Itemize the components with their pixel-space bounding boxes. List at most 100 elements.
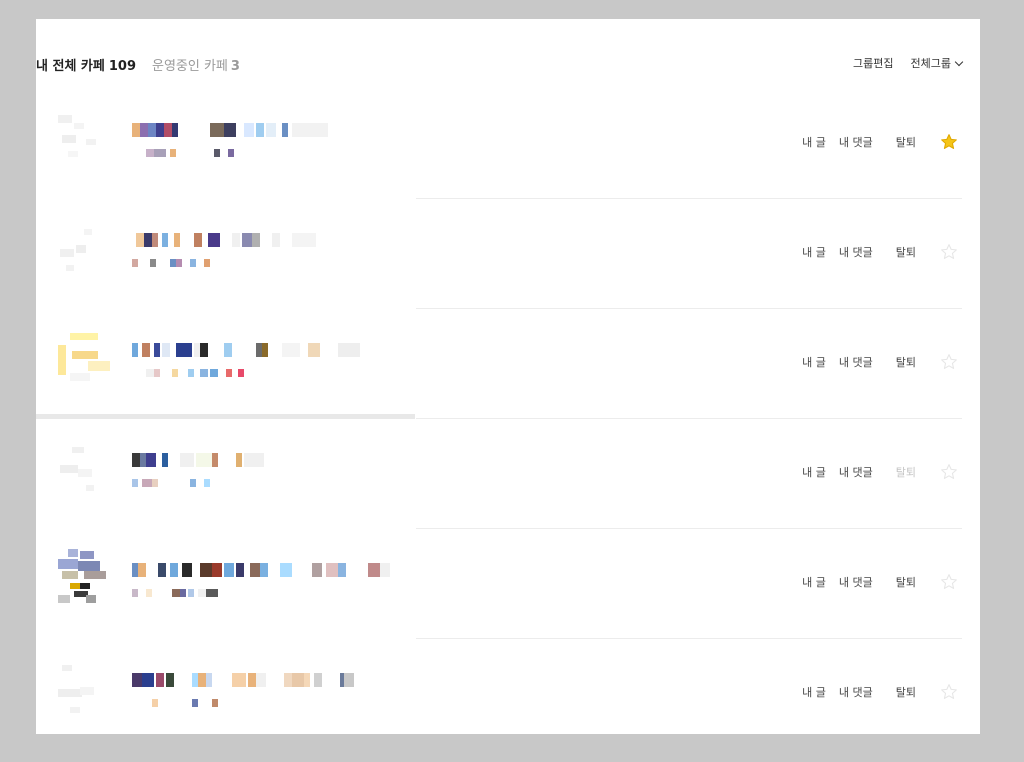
cafe-row-actions: 내 글 내 댓글 탈퇴 [802,353,958,371]
managed-cafes-count[interactable]: 3 [231,59,240,74]
blurred-pixel [232,673,246,687]
my-comments-link[interactable]: 내 댓글 [839,134,873,150]
blurred-pixel [214,149,220,157]
cafe-thumbnail[interactable] [58,109,122,173]
blurred-pixel [86,595,96,603]
blurred-pixel [204,259,210,267]
blurred-pixel [262,343,268,357]
blurred-pixel [256,673,266,687]
blurred-pixel [76,245,86,253]
blurred-pixel [326,563,338,577]
blurred-pixel [338,563,346,577]
cafe-count-summary: 내 전체 카페 109 운영중인 카페 3 [36,55,240,74]
blurred-pixel [232,233,240,247]
star-outline-icon[interactable] [940,573,958,591]
cafe-thumbnail[interactable] [58,219,122,283]
blurred-pixel [282,343,300,357]
star-outline-icon[interactable] [940,353,958,371]
blurred-pixel [68,549,78,557]
blurred-pixel [142,343,150,357]
blurred-pixel [136,233,144,247]
leave-cafe-link[interactable]: 탈퇴 [896,354,916,370]
blurred-pixel [226,369,232,377]
star-filled-icon[interactable] [940,133,958,151]
cafe-thumbnail[interactable] [58,439,122,503]
star-outline-icon[interactable] [940,463,958,481]
leave-cafe-link[interactable]: 탈퇴 [896,574,916,590]
group-filter-label: 전체그룹 [910,57,951,70]
star-outline-icon[interactable] [940,683,958,701]
chevron-down-icon [954,57,964,67]
blurred-pixel [244,123,254,137]
blurred-pixel [132,123,140,137]
blurred-pixel [58,345,66,375]
blurred-pixel [170,563,178,577]
blurred-pixel [146,453,156,467]
my-comments-link[interactable]: 내 댓글 [839,354,873,370]
star-outline-icon[interactable] [940,243,958,261]
cafe-row: 내 글 내 댓글 탈퇴 [36,89,980,199]
cafe-thumbnail[interactable] [58,549,122,613]
leave-cafe-link[interactable]: 탈퇴 [896,134,916,150]
blurred-pixel [138,563,146,577]
my-posts-link[interactable]: 내 글 [802,574,826,590]
blurred-pixel [282,123,288,137]
cafe-thumbnail[interactable] [58,329,122,393]
blurred-pixel [224,123,236,137]
managed-cafes-label[interactable]: 운영중인 카페 [152,55,228,74]
cafe-row-actions: 내 글 내 댓글 탈퇴 [802,683,958,701]
blurred-pixel [170,149,176,157]
blurred-pixel [86,139,96,145]
cafe-list-panel: 내 전체 카페 109 운영중인 카페 3 그룹편집 전체그룹 내 글내 댓글 탈… [36,19,980,734]
blurred-pixel [154,149,166,157]
my-posts-link[interactable]: 내 글 [802,464,826,480]
leave-cafe-link[interactable]: 탈퇴 [896,464,916,480]
blurred-pixel [198,673,206,687]
my-posts-link[interactable]: 내 글 [802,134,826,150]
blurred-pixel [62,665,72,671]
group-filter-dropdown[interactable]: 전체그룹 [910,55,964,71]
blurred-pixel [150,259,156,267]
blurred-pixel [314,673,322,687]
cafe-thumbnail[interactable] [58,659,122,723]
blurred-pixel [78,561,100,571]
blurred-pixel [62,571,78,579]
blurred-pixel [74,123,84,129]
my-posts-link[interactable]: 내 글 [802,354,826,370]
blurred-pixel [58,595,70,603]
blurred-pixel [132,259,138,267]
blurred-pixel [70,333,98,340]
blurred-pixel [182,563,192,577]
blurred-pixel [188,589,194,597]
blurred-pixel [292,123,328,137]
blurred-pixel [180,453,194,467]
blurred-pixel [172,369,178,377]
blurred-pixel [172,123,178,137]
blurred-pixel [70,707,80,713]
blurred-pixel [204,479,210,487]
group-edit-button[interactable]: 그룹편집 [853,55,893,71]
my-posts-link[interactable]: 내 글 [802,244,826,260]
all-cafes-count: 109 [108,59,136,74]
my-comments-link[interactable]: 내 댓글 [839,244,873,260]
leave-cafe-link[interactable]: 탈퇴 [896,684,916,700]
my-comments-link[interactable]: 내 댓글 [839,464,873,480]
my-comments-link[interactable]: 내 댓글 [839,684,873,700]
blurred-pixel [236,563,244,577]
blurred-pixel [212,453,218,467]
cafe-row: 내 글 내 댓글 탈퇴 [36,529,980,639]
blurred-pixel [132,589,138,597]
blurred-pixel [224,563,234,577]
blurred-pixel [208,233,220,247]
blurred-pixel [200,343,208,357]
blurred-pixel [266,123,276,137]
blurred-pixel [244,453,264,467]
blurred-pixel [80,583,90,589]
my-comments-link[interactable]: 내 댓글 [839,574,873,590]
my-posts-link[interactable]: 내 글 [802,684,826,700]
blurred-pixel [156,673,164,687]
blurred-pixel [224,343,232,357]
blurred-pixel [60,465,78,473]
leave-cafe-link[interactable]: 탈퇴 [896,244,916,260]
blurred-pixel [58,559,78,569]
